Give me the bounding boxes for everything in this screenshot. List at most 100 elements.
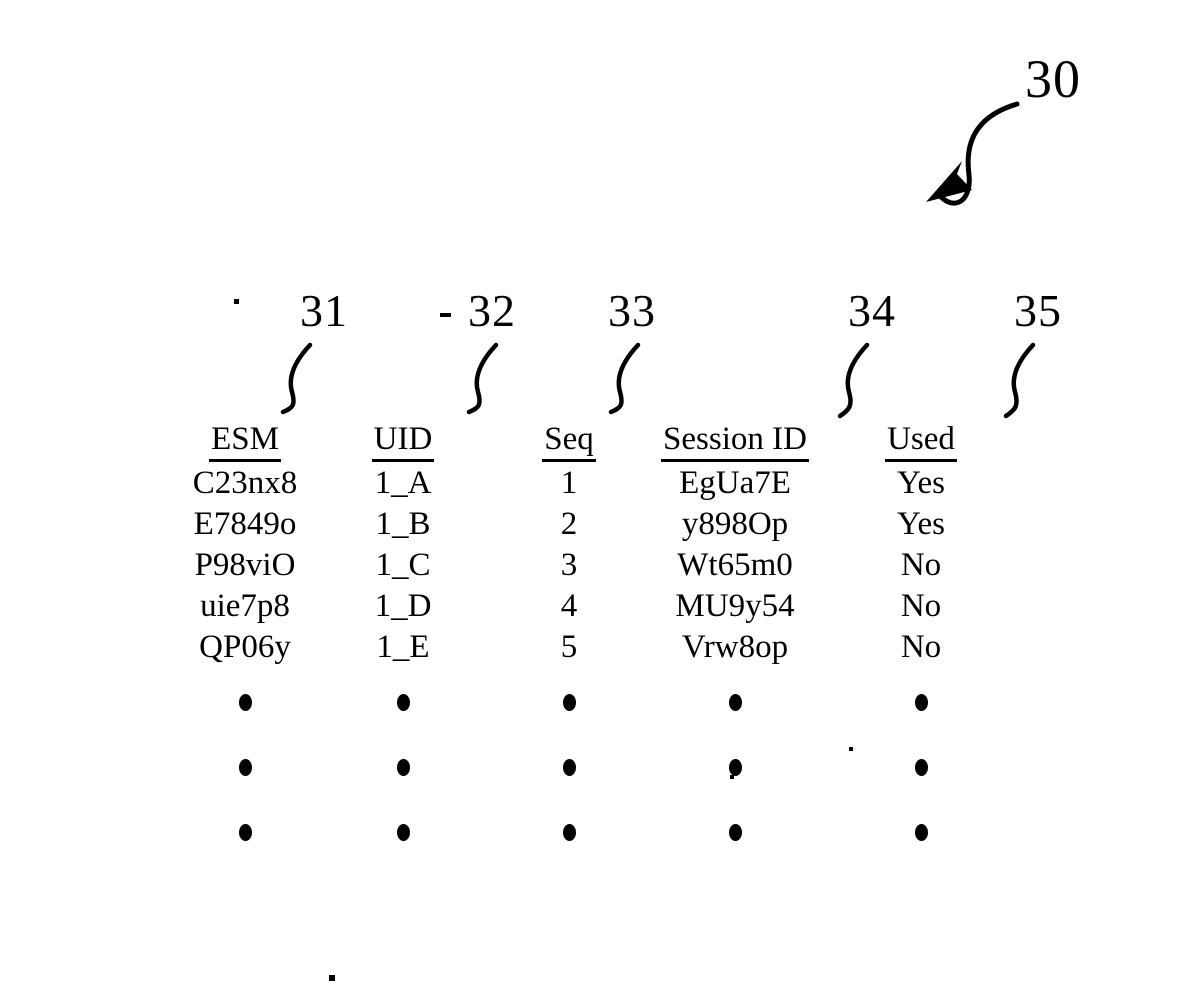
patent-figure: 30 31 32 33 34 35 ESM UID Seq Session ID… — [0, 0, 1204, 995]
ellipsis-dot-icon — [238, 693, 252, 711]
cell-uid: 1_E — [376, 629, 430, 665]
column-header-used-label: Used — [885, 421, 957, 462]
table-row: QP06y 1_E 5 Vrw8op No — [0, 627, 1204, 668]
cell-uid: 1_C — [375, 547, 431, 583]
cell-used: No — [900, 588, 942, 624]
reference-numeral-34: 34 — [848, 285, 896, 336]
table-row: uie7p8 1_D 4 MU9y54 No — [0, 586, 1204, 627]
continuation-dot-seq — [496, 798, 642, 863]
cell-seq: 2 — [560, 506, 578, 542]
cell-used: No — [900, 547, 942, 583]
reference-numeral-32: 32 — [468, 285, 516, 336]
ellipsis-dot-icon — [728, 758, 742, 776]
ellipsis-dot-icon — [728, 823, 742, 841]
ellipsis-dot-icon — [238, 758, 252, 776]
spacer-cell — [0, 463, 180, 504]
spacer-cell — [0, 627, 180, 668]
continuation-dot-esm — [180, 798, 310, 863]
reference-numeral-33: 33 — [608, 285, 656, 336]
continuation-dot-seq — [496, 668, 642, 733]
cell-uid: 1_A — [374, 465, 432, 501]
spacer-cell — [0, 418, 180, 463]
cell-session-id: Wt65m0 — [677, 547, 793, 583]
continuation-dot-session-id — [642, 798, 828, 863]
cell-esm: P98viO — [194, 547, 296, 583]
ellipsis-dot-icon — [914, 823, 928, 841]
scan-speck — [329, 975, 335, 981]
continuation-dot-session-id — [642, 733, 828, 798]
table-continuation-row — [0, 668, 1204, 733]
spacer-cell — [0, 798, 180, 863]
continuation-dot-uid — [310, 733, 496, 798]
spacer-cell — [1014, 668, 1204, 733]
column-header-session-id-label: Session ID — [661, 421, 809, 462]
column-header-used: Used — [828, 418, 1014, 463]
ellipsis-dot-icon — [238, 823, 252, 841]
spacer-cell — [0, 545, 180, 586]
scan-speck — [234, 299, 239, 304]
table-row: C23nx8 1_A 1 EgUa7E Yes — [0, 463, 1204, 504]
spacer-cell — [1014, 733, 1204, 798]
cell-seq: 4 — [560, 588, 578, 624]
cell-session-id: MU9y54 — [675, 588, 795, 624]
ellipsis-dot-icon — [396, 758, 410, 776]
column-header-esm-label: ESM — [209, 421, 281, 462]
ellipsis-dot-icon — [562, 693, 576, 711]
spacer-cell — [0, 504, 180, 545]
column-header-seq-label: Seq — [542, 421, 596, 462]
table-row: E7849o 1_B 2 y898Op Yes — [0, 504, 1204, 545]
ellipsis-dot-icon — [562, 823, 576, 841]
session-table: ESM UID Seq Session ID Used C23nx8 1_A 1… — [0, 418, 1204, 863]
leader-squiggle-31 — [280, 342, 313, 415]
continuation-dot-used — [828, 668, 1014, 733]
ellipsis-dot-icon — [914, 693, 928, 711]
reference-numeral-35: 35 — [1014, 285, 1062, 336]
table-row: P98viO 1_C 3 Wt65m0 No — [0, 545, 1204, 586]
cell-esm: E7849o — [193, 506, 297, 542]
spacer-cell — [0, 668, 180, 733]
continuation-dot-used — [828, 733, 1014, 798]
continuation-dot-uid — [310, 798, 496, 863]
cell-uid: 1_B — [375, 506, 431, 542]
cell-used: Yes — [896, 465, 946, 501]
spacer-cell — [1014, 545, 1204, 586]
cell-used: No — [900, 629, 942, 665]
cell-esm: C23nx8 — [192, 465, 298, 501]
column-header-uid-label: UID — [371, 421, 435, 462]
leader-squiggle-35 — [1003, 342, 1036, 419]
cell-session-id: EgUa7E — [679, 465, 791, 501]
figure-30-arrow — [926, 101, 1020, 206]
continuation-dot-esm — [180, 668, 310, 733]
table-continuation-row — [0, 798, 1204, 863]
ellipsis-dot-icon — [396, 693, 410, 711]
table-header-row: ESM UID Seq Session ID Used — [0, 418, 1204, 463]
leader-squiggle-32 — [466, 342, 499, 415]
spacer-cell — [0, 733, 180, 798]
spacer-cell — [1014, 463, 1204, 504]
continuation-dot-seq — [496, 733, 642, 798]
continuation-dot-esm — [180, 733, 310, 798]
column-header-session-id: Session ID — [642, 418, 828, 463]
cell-session-id: y898Op — [681, 506, 789, 542]
continuation-dot-session-id — [642, 668, 828, 733]
ellipsis-dot-icon — [728, 693, 742, 711]
reference-numeral-30: 30 — [1025, 49, 1081, 109]
spacer-cell — [1014, 418, 1204, 463]
spacer-cell — [1014, 586, 1204, 627]
leader-squiggle-33 — [608, 342, 641, 415]
continuation-dot-used — [828, 798, 1014, 863]
column-header-uid: UID — [310, 418, 496, 463]
cell-esm: uie7p8 — [200, 588, 290, 624]
spacer-cell — [1014, 504, 1204, 545]
column-header-esm: ESM — [180, 418, 310, 463]
cell-used: Yes — [896, 506, 946, 542]
spacer-cell — [1014, 798, 1204, 863]
continuation-dot-uid — [310, 668, 496, 733]
ellipsis-dot-icon — [562, 758, 576, 776]
cell-uid: 1_D — [374, 588, 432, 624]
ellipsis-dot-icon — [914, 758, 928, 776]
scan-speck — [440, 313, 451, 317]
cell-seq: 5 — [560, 629, 578, 665]
ellipsis-dot-icon — [396, 823, 410, 841]
cell-esm: QP06y — [199, 629, 291, 665]
